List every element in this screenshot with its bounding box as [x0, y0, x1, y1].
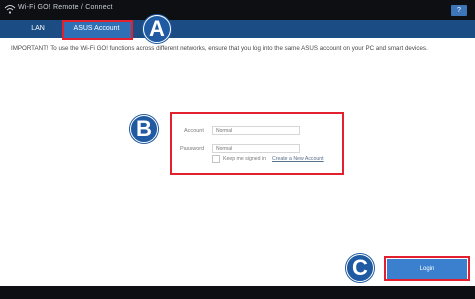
password-input[interactable] — [212, 144, 300, 153]
title-bar: Wi-Fi GO! Remote / Connect ? — [0, 0, 475, 20]
callout-a: A — [143, 15, 171, 43]
tab-asus-account[interactable]: ASUS Account — [62, 20, 131, 38]
login-button[interactable]: Login — [387, 259, 467, 279]
tab-lan[interactable]: LAN — [18, 20, 58, 38]
important-notice: IMPORTANT! To use the Wi-Fi GO! function… — [11, 45, 428, 52]
account-label: Account — [184, 128, 204, 134]
create-account-link[interactable]: Create a New Account — [272, 156, 324, 162]
bottom-bar — [0, 286, 475, 299]
callout-b: B — [130, 115, 158, 143]
wifi-icon — [4, 5, 16, 14]
account-input[interactable] — [212, 126, 300, 135]
window-title: Wi-Fi GO! Remote / Connect — [18, 4, 113, 11]
callout-c: C — [346, 254, 374, 282]
keep-signed-in-label: Keep me signed in — [223, 156, 266, 162]
password-label: Password — [180, 146, 205, 152]
help-button[interactable]: ? — [451, 5, 467, 16]
keep-signed-in-checkbox[interactable] — [212, 155, 220, 163]
tab-bar: LAN ASUS Account — [0, 20, 475, 38]
